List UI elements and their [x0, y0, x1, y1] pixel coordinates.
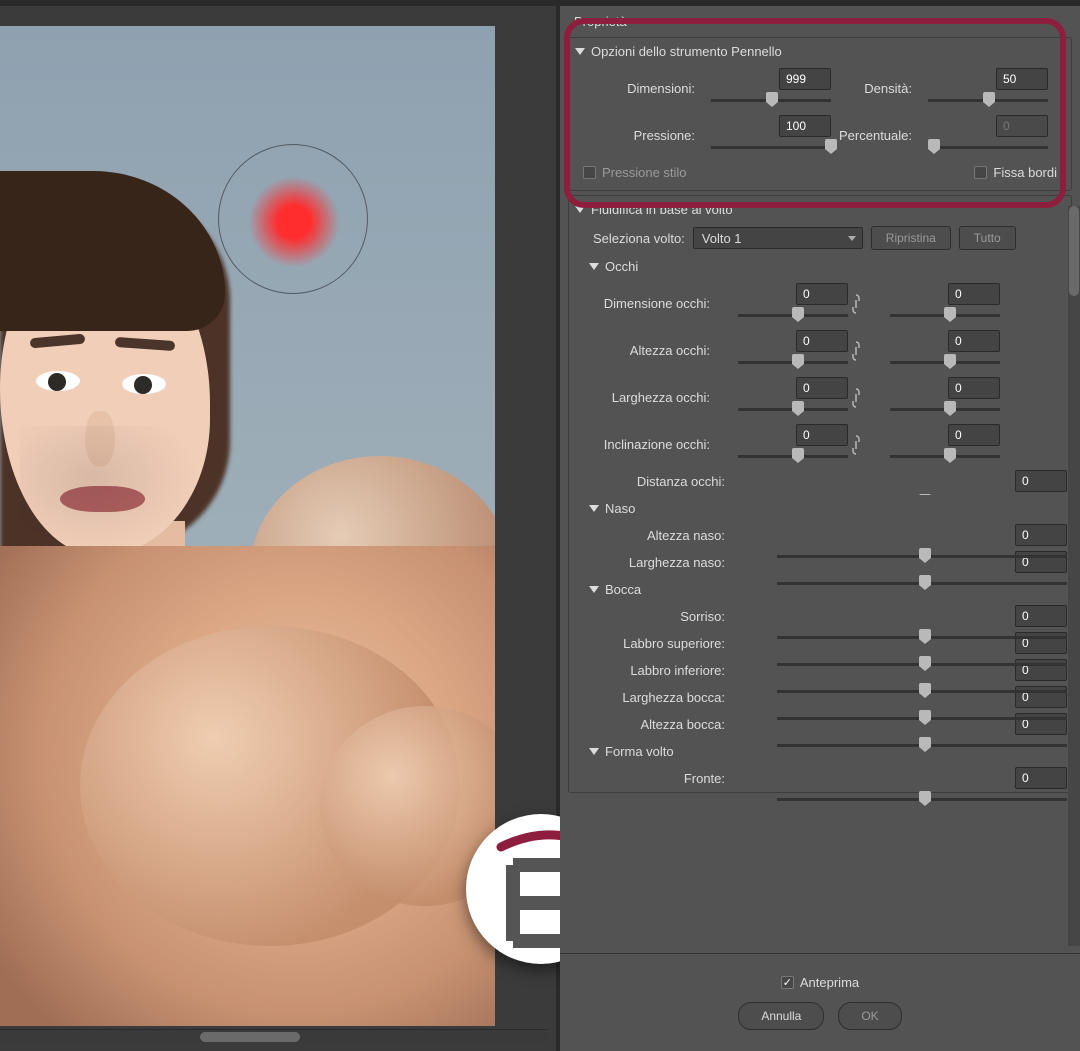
brush-options-header[interactable]: Opzioni dello strumento Pennello [569, 38, 1071, 65]
liquify-dialog: Proprietà Opzioni dello strumento Pennel… [0, 0, 1080, 1051]
nose-height-input[interactable] [1015, 524, 1067, 546]
panel-title: Proprietà [560, 6, 1080, 33]
eye-height-right-input[interactable] [948, 330, 1000, 352]
nose-width-label: Larghezza naso: [573, 555, 733, 570]
nose-header[interactable]: Naso [569, 495, 1071, 522]
brush-density-slider[interactable] [928, 91, 1048, 109]
eye-tilt-left-input[interactable] [796, 424, 848, 446]
disclosure-triangle-icon [589, 505, 599, 512]
select-face-label: Seleziona volto: [593, 231, 685, 246]
brush-pressure-label: Pressione: [573, 128, 703, 143]
face-liquify-title: Fluidifica in base al volto [591, 202, 733, 217]
brush-size-label: Dimensioni: [573, 81, 703, 96]
face-liquify-section: Fluidifica in base al volto Seleziona vo… [568, 195, 1072, 793]
disclosure-triangle-icon [575, 48, 585, 55]
nose-height-label: Altezza naso: [573, 528, 733, 543]
dialog-footer: Anteprima Annulla OK [560, 953, 1080, 1051]
link-icon[interactable] [848, 339, 864, 363]
brush-cursor-center [248, 176, 340, 268]
eye-size-right-slider[interactable] [890, 306, 1000, 324]
face-shape-title: Forma volto [605, 744, 674, 759]
disclosure-triangle-icon [589, 263, 599, 270]
forehead-label: Fronte: [573, 771, 733, 786]
eye-width-left-slider[interactable] [738, 400, 848, 418]
ok-button[interactable]: OK [838, 1002, 901, 1030]
eye-width-left-input[interactable] [796, 377, 848, 399]
reset-face-button[interactable]: Ripristina [871, 226, 951, 250]
eye-tilt-left-slider[interactable] [738, 447, 848, 465]
select-face-value: Volto 1 [702, 231, 742, 246]
eye-size-right-input[interactable] [948, 283, 1000, 305]
mouth-height-label: Altezza bocca: [573, 717, 733, 732]
eye-height-left-input[interactable] [796, 330, 848, 352]
brush-size-slider[interactable] [711, 91, 831, 109]
face-liquify-header[interactable]: Fluidifica in base al volto [569, 196, 1071, 223]
all-faces-button[interactable]: Tutto [959, 226, 1016, 250]
mouth-title: Bocca [605, 582, 641, 597]
brush-rate-input [996, 115, 1048, 137]
link-icon[interactable] [848, 292, 864, 316]
nose-title: Naso [605, 501, 635, 516]
eye-tilt-label: Inclinazione occhi: [573, 437, 718, 452]
stylus-pressure-label: Pressione stilo [602, 165, 687, 180]
disclosure-triangle-icon [575, 206, 585, 213]
brush-options-section: Opzioni dello strumento Pennello Dimensi… [568, 37, 1072, 191]
cancel-button[interactable]: Annulla [738, 1002, 824, 1030]
canvas-area [0, 0, 560, 1051]
mouth-width-label: Larghezza bocca: [573, 690, 733, 705]
preview-checkbox[interactable]: Anteprima [781, 975, 859, 990]
eye-height-label: Altezza occhi: [573, 343, 718, 358]
disclosure-triangle-icon [589, 748, 599, 755]
properties-panel: Proprietà Opzioni dello strumento Pennel… [560, 0, 1080, 1051]
eye-distance-label: Distanza occhi: [573, 474, 733, 489]
stylus-pressure-checkbox: Pressione stilo [583, 165, 687, 180]
forehead-input[interactable] [1015, 767, 1067, 789]
eye-width-label: Larghezza occhi: [573, 390, 718, 405]
eye-height-right-slider[interactable] [890, 353, 1000, 371]
smile-label: Sorriso: [573, 609, 733, 624]
link-icon[interactable] [848, 433, 864, 457]
eye-width-right-input[interactable] [948, 377, 1000, 399]
eye-tilt-right-slider[interactable] [890, 447, 1000, 465]
panel-v-scrollbar[interactable] [1068, 206, 1080, 946]
portrait-eye [36, 371, 80, 391]
link-icon[interactable] [848, 386, 864, 410]
lower-lip-label: Labbro inferiore: [573, 663, 733, 678]
eye-distance-input[interactable] [1015, 470, 1067, 492]
eye-width-right-slider[interactable] [890, 400, 1000, 418]
brush-density-input[interactable] [996, 68, 1048, 90]
eyes-title: Occhi [605, 259, 638, 274]
portrait-hair-top [0, 171, 225, 331]
disclosure-triangle-icon [589, 586, 599, 593]
eye-size-label: Dimensione occhi: [573, 296, 718, 311]
eye-height-left-slider[interactable] [738, 353, 848, 371]
image-canvas[interactable] [0, 26, 495, 1026]
portrait-eye [122, 374, 166, 394]
brush-pressure-slider[interactable] [711, 138, 831, 156]
eyes-header[interactable]: Occhi [569, 253, 1071, 280]
canvas-h-scrollbar[interactable] [0, 1029, 548, 1043]
face-shape-header[interactable]: Forma volto [569, 738, 1071, 765]
pin-edges-label: Fissa bordi [993, 165, 1057, 180]
pin-edges-checkbox[interactable]: Fissa bordi [974, 165, 1057, 180]
select-face-dropdown[interactable]: Volto 1 [693, 227, 863, 249]
brush-density-label: Densità: [820, 81, 920, 96]
preview-label: Anteprima [800, 975, 859, 990]
smile-input[interactable] [1015, 605, 1067, 627]
brush-options-title: Opzioni dello strumento Pennello [591, 44, 782, 59]
eye-tilt-right-input[interactable] [948, 424, 1000, 446]
eye-size-left-input[interactable] [796, 283, 848, 305]
eye-size-left-slider[interactable] [738, 306, 848, 324]
mouth-header[interactable]: Bocca [569, 576, 1071, 603]
brush-rate-slider [928, 138, 1048, 156]
upper-lip-label: Labbro superiore: [573, 636, 733, 651]
